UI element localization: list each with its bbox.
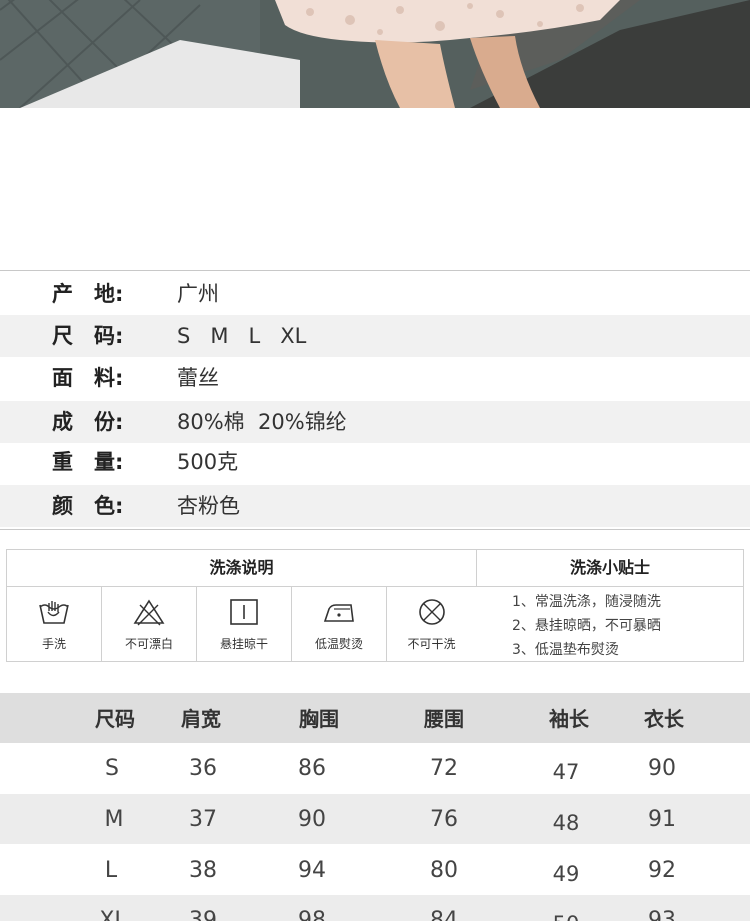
spec-row-fabric: 面 料: 蕾丝 [0, 357, 750, 399]
wash-tip: 3、低温垫布熨烫 [512, 642, 619, 658]
size-cell: 37 [189, 807, 217, 832]
hand-wash-icon [39, 601, 69, 624]
wash-item-no-bleach: 不可漂白 [102, 587, 197, 661]
size-cell: 93 [648, 908, 676, 921]
size-cell: 38 [189, 858, 217, 883]
spec-row-size: 尺 码: S M L XL [0, 315, 750, 357]
spec-row-origin: 产 地: 广州 [0, 273, 750, 315]
size-header: 肩宽 [181, 707, 221, 731]
size-cell: 36 [189, 756, 217, 781]
size-cell: 50 [553, 898, 580, 921]
spec-value: 蕾丝 [177, 366, 219, 390]
size-header: 袖长 [549, 707, 589, 731]
product-photo [0, 0, 750, 108]
size-row-xl: XL 39 98 84 50 93 [0, 895, 750, 921]
wash-item-low-iron: 低温熨烫 [292, 587, 387, 661]
size-header: 衣长 [644, 707, 684, 731]
size-cell: M [104, 807, 124, 832]
size-cell: 80 [430, 858, 458, 883]
size-cell: L [104, 858, 118, 883]
spec-row-composition: 成 份: 80%棉 20%锦纶 [0, 401, 750, 443]
size-cell: 39 [189, 908, 217, 921]
size-header: 腰围 [424, 707, 464, 731]
size-cell: 48 [552, 811, 580, 835]
wash-label: 不可干洗 [407, 637, 456, 651]
spec-row-weight: 重 量: 500克 [0, 441, 750, 483]
wash-label: 不可漂白 [124, 637, 173, 651]
wash-label: 悬挂晾干 [219, 637, 268, 651]
size-cell: 92 [648, 858, 676, 883]
spec-value: 广州 [177, 282, 219, 306]
size-header: 胸围 [299, 707, 339, 731]
wash-item-hang-dry: 悬挂晾干 [197, 587, 292, 661]
washing-instructions: 洗涤说明 洗涤小贴士 手洗 不可漂白 悬挂晾干 低温熨烫 不可干洗 1、常温洗涤… [6, 549, 744, 662]
spec-value: 杏粉色 [177, 494, 240, 518]
size-cell: 84 [430, 908, 458, 921]
spec-key: 产 地: [52, 282, 124, 306]
spec-row-color: 颜 色: 杏粉色 [0, 485, 750, 527]
size-cell: 49 [552, 862, 580, 886]
wash-tips: 1、常温洗涤，随浸随洗 2、悬挂晾晒，不可暴晒 3、低温垫布熨烫 [512, 590, 661, 662]
no-dry-clean-icon [418, 599, 445, 625]
size-header: 尺码 [95, 707, 135, 731]
size-cell: 76 [430, 807, 458, 832]
size-table-header: 尺码 肩宽 胸围 腰围 袖长 衣长 [0, 693, 750, 743]
size-cell: 90 [648, 756, 676, 781]
size-cell: S [105, 756, 119, 781]
wash-tip: 2、悬挂晾晒，不可暴晒 [512, 618, 661, 634]
size-cell: XL [99, 908, 127, 921]
spec-key: 面 料: [52, 366, 124, 390]
size-cell: 86 [298, 756, 326, 781]
size-cell: 91 [648, 807, 676, 832]
size-row-l: L 38 94 80 49 92 [0, 845, 750, 895]
wash-label: 低温熨烫 [314, 637, 363, 651]
spec-value: S M L XL [177, 324, 307, 348]
spec-value: 500克 [177, 450, 239, 474]
spec-key: 重 量: [52, 450, 124, 474]
wash-tips-title: 洗涤小贴士 [477, 550, 743, 587]
spec-key: 尺 码: [52, 324, 124, 348]
spec-value: 80%棉 20%锦纶 [177, 410, 347, 434]
spec-key: 成 份: [52, 410, 124, 434]
no-bleach-icon [133, 599, 165, 626]
size-table: 尺码 肩宽 胸围 腰围 袖长 衣长 S 36 86 72 47 90 M 37 … [0, 693, 750, 921]
size-cell: 72 [430, 756, 458, 781]
size-row-m: M 37 90 76 48 91 [0, 794, 750, 844]
wash-item-hand-wash: 手洗 [7, 587, 102, 661]
wash-item-no-dry-clean: 不可干洗 [387, 587, 476, 661]
low-iron-icon [323, 604, 354, 622]
size-cell: 90 [298, 807, 326, 832]
size-row-s: S 36 86 72 47 90 [0, 743, 750, 793]
wash-title: 洗涤说明 [7, 550, 477, 587]
size-cell: 98 [298, 908, 326, 921]
hang-dry-icon [230, 599, 258, 625]
spec-table: 产 地: 广州 尺 码: S M L XL 面 料: 蕾丝 成 份: 80%棉 … [0, 270, 750, 530]
wash-label: 手洗 [41, 637, 66, 651]
size-cell: 47 [552, 760, 580, 784]
size-cell: 94 [298, 858, 326, 883]
wash-tip: 1、常温洗涤，随浸随洗 [512, 594, 661, 610]
spec-key: 颜 色: [52, 494, 124, 518]
